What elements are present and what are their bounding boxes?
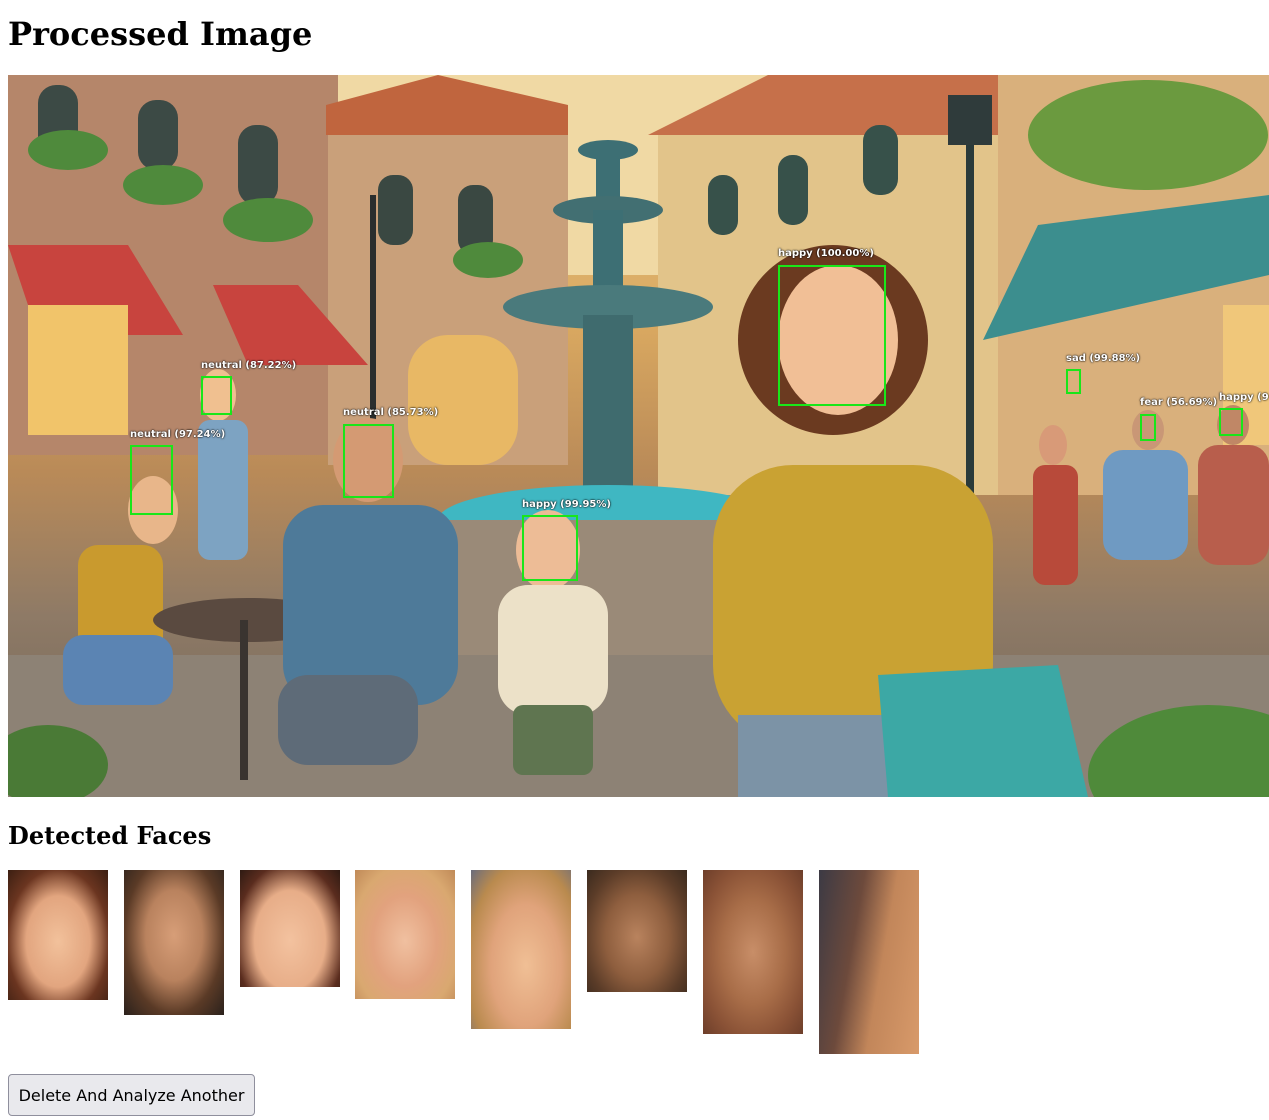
face-thumbnail	[703, 870, 803, 1034]
detected-faces-heading: Detected Faces	[8, 821, 212, 850]
face-box	[1219, 408, 1243, 436]
face-thumbnail	[587, 870, 687, 992]
face-box	[522, 515, 578, 581]
face-label: sad (99.88%)	[1066, 353, 1141, 364]
face-box	[201, 376, 232, 415]
face-thumbnail	[819, 870, 919, 1054]
face-label: neutral (87.22%)	[201, 360, 297, 371]
face-thumbnail	[8, 870, 108, 1000]
face-label: neutral (85.73%)	[343, 407, 439, 418]
face-box	[130, 445, 173, 515]
face-label: happy (9	[1219, 392, 1269, 403]
face-box	[778, 265, 886, 406]
face-label: happy (100.00%)	[778, 248, 874, 259]
face-box	[343, 424, 394, 498]
face-label: happy (99.95%)	[522, 499, 611, 510]
face-thumbnail	[355, 870, 455, 999]
processed-image: happy (100.00%) neutral (87.22%) neutral…	[8, 75, 1269, 797]
face-label: neutral (97.24%)	[130, 429, 226, 440]
face-label: fear (56.69%)	[1140, 397, 1218, 408]
face-box	[1066, 369, 1081, 394]
face-thumbnail	[124, 870, 224, 1015]
face-box	[1140, 414, 1156, 441]
face-thumbnail	[471, 870, 571, 1029]
face-thumbnail	[240, 870, 340, 987]
delete-and-analyze-button[interactable]: Delete And Analyze Another	[8, 1074, 255, 1116]
page-title: Processed Image	[8, 15, 313, 53]
